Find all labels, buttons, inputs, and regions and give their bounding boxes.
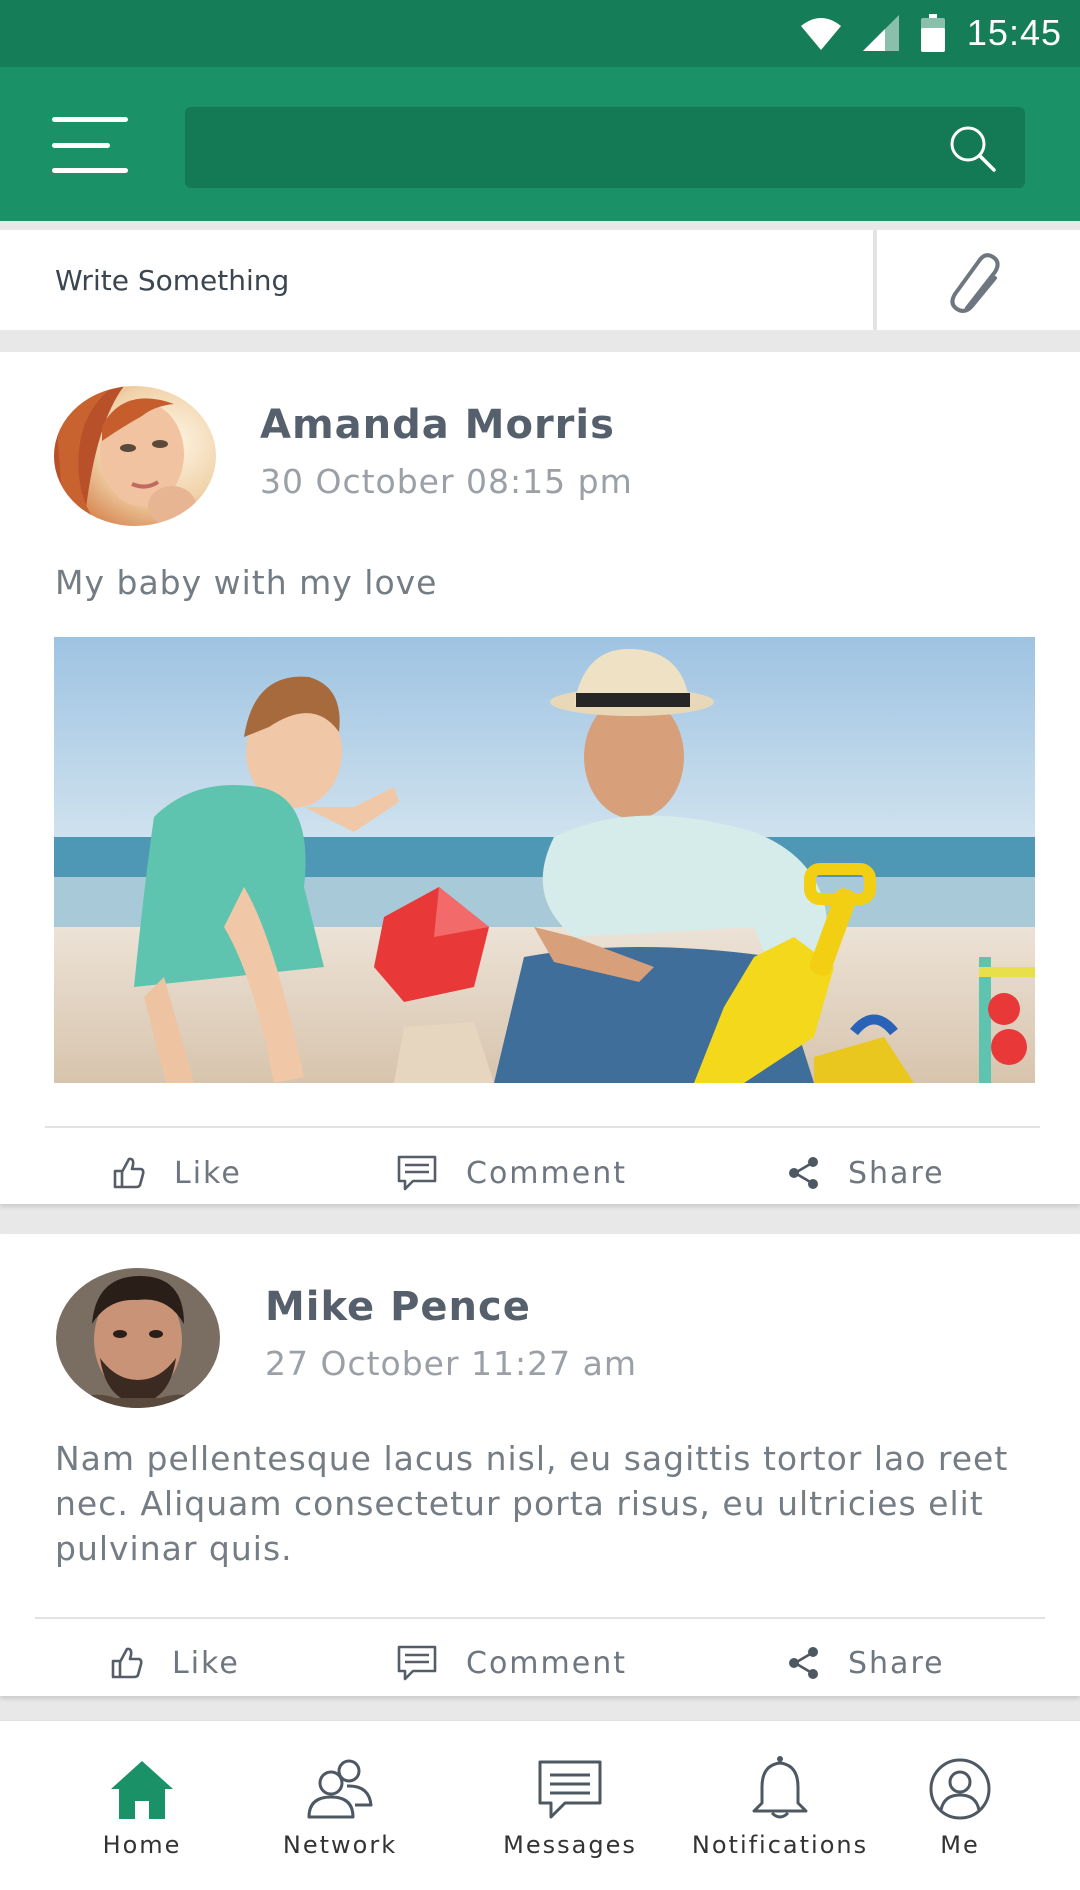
- post-image[interactable]: [54, 637, 1035, 1083]
- post-text: My baby with my love: [55, 563, 438, 602]
- network-icon: [307, 1759, 373, 1819]
- share-label: Share: [848, 1155, 945, 1191]
- post-text: Nam pellentesque lacus nisl, eu sagittis…: [55, 1439, 1009, 1568]
- write-something-input[interactable]: [55, 230, 855, 330]
- share-button[interactable]: Share: [788, 1632, 945, 1694]
- clock: 15:45: [966, 12, 1062, 53]
- hamburger-menu-icon[interactable]: [52, 117, 128, 175]
- nav-label: Notifications: [691, 1831, 869, 1859]
- divider: [873, 230, 877, 330]
- comment-label: Comment: [466, 1155, 627, 1191]
- comment-button[interactable]: Comment: [396, 1142, 627, 1204]
- battery-icon: [920, 14, 945, 52]
- nav-label: Me: [940, 1831, 980, 1859]
- like-label: Like: [172, 1645, 240, 1681]
- share-icon: [789, 1157, 818, 1189]
- wifi-icon: [800, 18, 841, 50]
- post-author[interactable]: Mike Pence: [265, 1284, 531, 1330]
- app-bar: [0, 67, 1080, 221]
- status-bar: 15:45: [0, 0, 1080, 67]
- paperclip-icon[interactable]: [945, 250, 1015, 320]
- profile-icon: [929, 1758, 991, 1820]
- search-icon[interactable]: [947, 123, 997, 173]
- thumbs-up-icon: [113, 1157, 145, 1189]
- search-bar[interactable]: [185, 107, 1025, 188]
- nav-me[interactable]: Me: [920, 1721, 1000, 1890]
- bell-icon: [752, 1756, 808, 1819]
- bottom-navigation: Home Network Messages Notifications Me: [0, 1720, 1080, 1890]
- nav-messages[interactable]: Messages: [495, 1721, 645, 1890]
- signal-icon: [862, 15, 899, 51]
- post-timestamp: 30 October 08:15 pm: [260, 462, 633, 501]
- thumbs-up-icon: [111, 1647, 143, 1679]
- nav-notifications[interactable]: Notifications: [690, 1721, 870, 1890]
- divider: [45, 1126, 1040, 1128]
- nav-label: Messages: [503, 1831, 637, 1859]
- post-card: Mike Pence 27 October 11:27 am Nam pelle…: [0, 1234, 1080, 1696]
- comment-button[interactable]: Comment: [396, 1632, 627, 1694]
- nav-label: Network: [282, 1831, 398, 1859]
- nav-network[interactable]: Network: [270, 1721, 410, 1890]
- comment-icon: [397, 1645, 437, 1681]
- search-input[interactable]: [205, 107, 905, 188]
- avatar[interactable]: [56, 1268, 220, 1408]
- share-label: Share: [848, 1645, 945, 1681]
- post-author[interactable]: Amanda Morris: [260, 402, 615, 448]
- share-icon: [789, 1647, 818, 1679]
- messages-icon: [538, 1760, 602, 1819]
- nav-home[interactable]: Home: [80, 1721, 204, 1890]
- nav-label: Home: [102, 1831, 182, 1859]
- share-button[interactable]: Share: [788, 1142, 945, 1204]
- like-label: Like: [174, 1155, 242, 1191]
- divider: [35, 1617, 1045, 1619]
- comment-label: Comment: [466, 1645, 627, 1681]
- avatar[interactable]: [54, 386, 216, 526]
- post-timestamp: 27 October 11:27 am: [265, 1344, 637, 1383]
- home-icon: [111, 1761, 173, 1819]
- post-composer: [0, 230, 1080, 330]
- comment-icon: [397, 1155, 437, 1191]
- like-button[interactable]: Like: [110, 1632, 240, 1694]
- like-button[interactable]: Like: [112, 1142, 242, 1204]
- post-card: Amanda Morris 30 October 08:15 pm My bab…: [0, 352, 1080, 1204]
